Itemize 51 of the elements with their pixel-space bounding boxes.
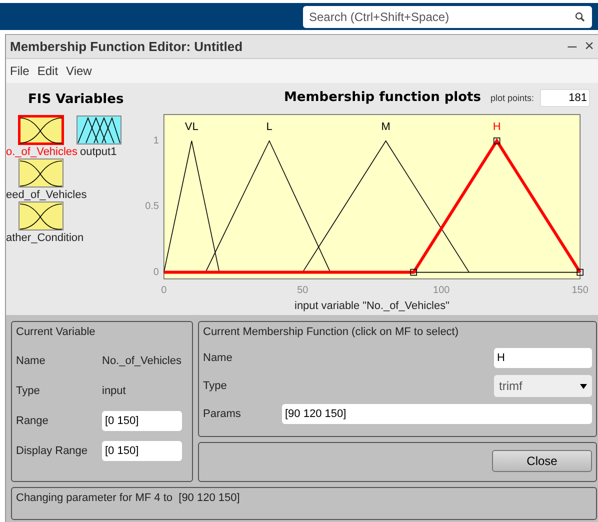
input-field[interactable]: [0 150] (102, 441, 182, 461)
axis-tick-label: 0 (161, 285, 167, 296)
search-icon[interactable] (575, 12, 585, 22)
close-button[interactable]: × (584, 38, 594, 54)
axis-tick-label: 150 (572, 285, 588, 296)
axis-tick-label: 50 (297, 285, 308, 296)
curve-label: L (266, 120, 272, 133)
x-axis-label: input variable "No._of_Vehicles" (294, 300, 450, 312)
chart-title: Membership function plots (284, 90, 482, 106)
input-field[interactable]: H (494, 348, 592, 368)
field-value: input (102, 385, 127, 397)
axis-tick-label: 0 (153, 266, 159, 278)
menu-item[interactable]: Edit (37, 64, 58, 78)
variable-label: eed_of_Vehicles (6, 189, 87, 201)
field-label: Name (203, 352, 232, 364)
field-value: No._of_Vehicles (102, 355, 182, 367)
variable-label: o._of_Vehicles (6, 146, 78, 158)
status-message: Changing parameter for MF 4 to [90 120 150] (16, 492, 241, 504)
variable-icon[interactable] (76, 115, 122, 145)
variable-icon[interactable] (18, 201, 64, 231)
variable-icon[interactable] (18, 115, 64, 145)
field-label: Params (203, 408, 241, 420)
search-field[interactable]: Search (Ctrl+Shift+Space) (303, 6, 592, 28)
window-title: Membership Function Editor: Untitled (10, 39, 243, 54)
axis-tick-label: 1 (153, 135, 159, 146)
plot-points-field[interactable]: 181 (540, 88, 590, 107)
field-label: Type (16, 385, 41, 397)
variable-label: output1 (80, 146, 117, 158)
axis-tick-label: 100 (433, 285, 450, 296)
variable-icon[interactable] (18, 158, 64, 188)
input-field[interactable]: [0 150] (102, 411, 182, 431)
input-field[interactable]: [90 120 150] (282, 404, 592, 424)
panel-title: FIS Variables (28, 92, 125, 107)
field-label: Name (16, 355, 46, 367)
variable-label: ather_Condition (6, 232, 84, 244)
curve-label: VL (184, 120, 198, 133)
caret-icon (580, 384, 587, 388)
field-label: Type (203, 380, 227, 392)
curve-label: M (381, 120, 390, 133)
menu-item[interactable]: File (10, 64, 30, 78)
close-button[interactable]: Close (492, 450, 592, 472)
menu-item[interactable]: View (66, 64, 92, 78)
field-label: Display Range (16, 445, 89, 457)
curve-label: H (492, 120, 501, 133)
panel-title: Current Membership Function (click on MF to select) (203, 326, 460, 338)
type-dropdown[interactable]: trimf (494, 375, 592, 397)
minimize-button[interactable]: – (568, 38, 577, 54)
field-label: Range (16, 415, 50, 427)
panel-title: Current Variable (16, 326, 96, 338)
axis-tick-label: 0.5 (145, 200, 159, 212)
field-label: plot points: (490, 92, 534, 103)
